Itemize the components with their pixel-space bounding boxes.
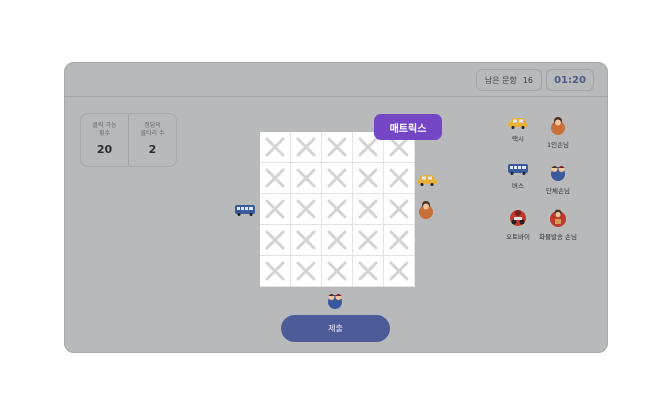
x-mark-icon <box>265 230 285 250</box>
x-mark-icon <box>296 168 316 188</box>
x-mark-icon <box>389 261 409 281</box>
x-mark-icon <box>327 137 347 157</box>
answers-value: 2 <box>148 143 157 156</box>
group-passengers-icon <box>328 294 342 309</box>
x-mark-icon <box>296 261 316 281</box>
matrix-cell[interactable] <box>291 225 322 256</box>
matrix-cell[interactable] <box>260 132 291 163</box>
matrix-cell[interactable] <box>322 163 353 194</box>
x-mark-icon <box>296 199 316 219</box>
legend-label: 1인손님 <box>546 141 570 149</box>
clicks-label: 클릭 가능 횟수 <box>92 122 117 137</box>
x-mark-icon <box>296 137 316 157</box>
timer: 01:20 <box>546 69 594 91</box>
taxi-icon <box>417 175 437 186</box>
legend-item-cargo: 화물발송 손님 <box>532 207 584 241</box>
x-mark-icon <box>389 230 409 250</box>
legend-item-single-passenger: 1인손님 <box>532 115 584 149</box>
x-mark-icon <box>296 230 316 250</box>
single-passenger-icon <box>551 117 565 135</box>
matrix-cell[interactable] <box>260 256 291 287</box>
x-mark-icon <box>265 199 285 219</box>
matrix-cell[interactable] <box>260 225 291 256</box>
answers-stat: 정답의 물타리 수 2 <box>128 114 176 166</box>
submit-button[interactable]: 제출 <box>281 315 390 342</box>
bus-icon <box>508 164 528 175</box>
matrix-cell[interactable] <box>384 163 415 194</box>
matrix-cell[interactable] <box>322 132 353 163</box>
x-mark-icon <box>265 168 285 188</box>
x-mark-icon <box>358 137 378 157</box>
matrix-cell[interactable] <box>291 132 322 163</box>
matrix-cell[interactable] <box>322 194 353 225</box>
matrix-cell[interactable] <box>353 225 384 256</box>
x-mark-icon <box>389 199 409 219</box>
x-mark-icon <box>327 261 347 281</box>
motorcycle-icon <box>510 210 526 226</box>
matrix-cell[interactable] <box>322 256 353 287</box>
single-passenger-icon <box>419 201 433 219</box>
x-mark-icon <box>327 230 347 250</box>
matrix-cell[interactable] <box>384 225 415 256</box>
stats-box: 클릭 가능 횟수 20 정답의 물타리 수 2 <box>80 113 177 167</box>
matrix-cell[interactable] <box>384 194 415 225</box>
matrix-cell[interactable] <box>353 163 384 194</box>
x-mark-icon <box>358 168 378 188</box>
bus-icon <box>235 205 255 216</box>
x-mark-icon <box>327 199 347 219</box>
legend-label: 단체손님 <box>546 187 570 195</box>
game-panel: 남은 문항 16 01:20 클릭 가능 횟수 20 정답의 물타리 수 2 매… <box>64 62 608 353</box>
clicks-stat: 클릭 가능 횟수 20 <box>81 114 128 166</box>
matrix-cell[interactable] <box>291 163 322 194</box>
x-mark-icon <box>358 230 378 250</box>
matrix-cell[interactable] <box>260 194 291 225</box>
x-mark-icon <box>358 199 378 219</box>
remaining-questions-pill: 남은 문항 16 <box>475 69 542 91</box>
matrix-cell[interactable] <box>353 194 384 225</box>
x-mark-icon <box>265 137 285 157</box>
matrix-cell[interactable] <box>353 256 384 287</box>
legend-item-group: 단체손님 <box>532 161 584 195</box>
top-bar: 남은 문항 16 01:20 <box>64 62 608 97</box>
matrix-cell[interactable] <box>291 194 322 225</box>
matrix-grid <box>260 132 415 287</box>
legend-label: 택시 <box>512 135 524 143</box>
remaining-count: 16 <box>522 75 533 85</box>
x-mark-icon <box>389 168 409 188</box>
legend-label: 오토바이 <box>506 233 530 241</box>
answers-label: 정답의 물타리 수 <box>140 122 165 137</box>
matrix-cell[interactable] <box>322 225 353 256</box>
x-mark-icon <box>327 168 347 188</box>
matrix-cell[interactable] <box>291 256 322 287</box>
cargo-customer-icon <box>550 209 566 227</box>
legend-label: 화물발송 손님 <box>539 233 577 241</box>
legend-label: 버스 <box>512 182 524 190</box>
group-passengers-icon <box>551 166 565 181</box>
matrix-cell[interactable] <box>260 163 291 194</box>
x-mark-icon <box>358 261 378 281</box>
x-mark-icon <box>265 261 285 281</box>
matrix-cell[interactable] <box>384 256 415 287</box>
taxi-icon <box>508 118 528 129</box>
remaining-label: 남은 문항 <box>484 75 517 85</box>
matrix-badge: 매트릭스 <box>374 114 442 140</box>
clicks-value: 20 <box>96 143 113 156</box>
